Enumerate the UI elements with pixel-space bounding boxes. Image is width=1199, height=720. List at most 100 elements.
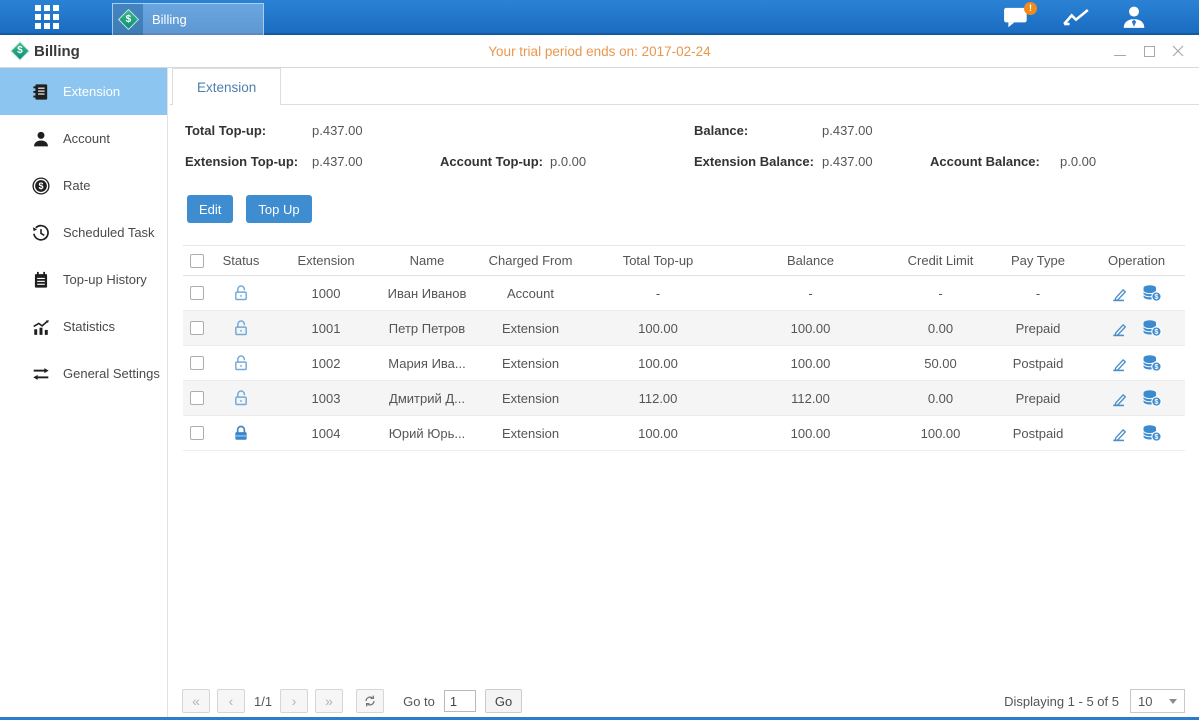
topup-row-button[interactable]: $ — [1142, 389, 1162, 407]
tab-label: Extension — [197, 80, 256, 95]
row-checkbox-cell — [183, 391, 211, 405]
total-topup-value: p.437.00 — [312, 123, 363, 138]
sidebar-item-label: General Settings — [63, 366, 160, 381]
sidebar-item-general-settings[interactable]: General Settings — [0, 350, 167, 397]
status-cell — [211, 284, 271, 302]
balance-value: p.437.00 — [822, 123, 873, 138]
operation-cell: $ — [1088, 284, 1185, 302]
window-title: Billing — [34, 43, 80, 60]
close-icon[interactable] — [1171, 44, 1185, 58]
pay-type-cell: Prepaid — [988, 321, 1088, 336]
tab-extension[interactable]: Extension — [172, 68, 281, 105]
extension-cell: 1000 — [271, 286, 381, 301]
chevron-down-icon — [1169, 699, 1177, 704]
sidebar-item-extension[interactable]: Extension — [0, 68, 167, 115]
balance-cell: - — [728, 286, 893, 301]
row-checkbox-cell — [183, 321, 211, 335]
edit-pencil-icon — [1111, 319, 1129, 337]
minimize-icon[interactable] — [1113, 44, 1127, 58]
next-page-button[interactable]: › — [280, 689, 308, 713]
table-row: 1003Дмитрий Д...Extension112.00112.000.0… — [183, 381, 1185, 416]
extension-balance-label: Extension Balance: — [694, 154, 814, 169]
sidebar: Extension Account $ Rate — [0, 68, 168, 720]
extension-cell: 1001 — [271, 321, 381, 336]
column-balance: Balance — [728, 253, 893, 268]
topup-row-button[interactable]: $ — [1142, 319, 1162, 337]
credit-limit-cell: 100.00 — [893, 426, 988, 441]
page-size-value: 10 — [1138, 694, 1152, 709]
svg-text:$: $ — [1154, 292, 1158, 301]
reports-chart-icon[interactable] — [1062, 6, 1090, 28]
svg-text:$: $ — [1154, 397, 1158, 406]
name-cell: Юрий Юрь... — [381, 426, 473, 441]
goto-page-input[interactable] — [444, 690, 476, 712]
topup-row-button[interactable]: $ — [1142, 424, 1162, 442]
unlocked-padlock-icon — [232, 319, 250, 337]
go-button[interactable]: Go — [485, 689, 522, 713]
sidebar-item-account[interactable]: Account — [0, 115, 167, 162]
displaying-text: Displaying 1 - 5 of 5 — [1004, 694, 1119, 709]
name-cell: Мария Ива... — [381, 356, 473, 371]
prev-page-button[interactable]: ‹ — [217, 689, 245, 713]
account-icon — [32, 130, 50, 148]
refresh-icon — [363, 694, 377, 708]
credit-limit-cell: - — [893, 286, 988, 301]
row-checkbox[interactable] — [190, 356, 204, 370]
column-credit-limit: Credit Limit — [893, 253, 988, 268]
row-checkbox[interactable] — [190, 321, 204, 335]
edit-button[interactable]: Edit — [187, 195, 233, 223]
top-up-button[interactable]: Top Up — [246, 195, 311, 223]
unlocked-padlock-icon — [232, 389, 250, 407]
status-cell — [211, 389, 271, 407]
extension-balance-value: p.437.00 — [822, 154, 873, 169]
edit-pencil-icon — [1111, 424, 1129, 442]
sidebar-item-scheduled-task[interactable]: Scheduled Task — [0, 209, 167, 256]
first-page-button[interactable]: « — [182, 689, 210, 713]
sidebar-item-topup-history[interactable]: Top-up History — [0, 256, 167, 303]
extension-cell: 1003 — [271, 391, 381, 406]
topup-row-button[interactable]: $ — [1142, 354, 1162, 372]
refresh-button[interactable] — [356, 689, 384, 713]
maximize-icon[interactable] — [1142, 44, 1156, 58]
edit-row-button[interactable] — [1111, 354, 1129, 372]
billing-summary: Total Top-up: p.437.00 Balance: p.437.00… — [182, 118, 1185, 180]
taskbar-tab-billing[interactable]: $ Billing — [112, 3, 264, 35]
page-size-select[interactable]: 10 — [1130, 689, 1185, 713]
sidebar-item-label: Account — [63, 131, 110, 146]
edit-row-button[interactable] — [1111, 284, 1129, 302]
edit-row-button[interactable] — [1111, 389, 1129, 407]
edit-pencil-icon — [1111, 354, 1129, 372]
status-cell — [211, 424, 271, 442]
svg-text:$: $ — [1154, 327, 1158, 336]
balance-cell: 100.00 — [728, 356, 893, 371]
rate-icon: $ — [32, 177, 50, 195]
sidebar-item-label: Extension — [63, 84, 120, 99]
table-body: 1000Иван ИвановAccount---- $ 1001Петр Пе… — [183, 276, 1185, 451]
sidebar-item-rate[interactable]: $ Rate — [0, 162, 167, 209]
pay-type-cell: - — [988, 286, 1088, 301]
column-charged-from: Charged From — [473, 253, 588, 268]
sidebar-item-label: Statistics — [63, 319, 115, 334]
operation-cell: $ — [1088, 424, 1185, 442]
row-checkbox[interactable] — [190, 426, 204, 440]
user-icon[interactable] — [1121, 5, 1147, 29]
row-checkbox[interactable] — [190, 286, 204, 300]
page-indicator: 1/1 — [254, 694, 272, 709]
total-topup-cell: 100.00 — [588, 356, 728, 371]
edit-row-button[interactable] — [1111, 424, 1129, 442]
last-page-button[interactable]: » — [315, 689, 343, 713]
extension-cell: 1004 — [271, 426, 381, 441]
extension-topup-label: Extension Top-up: — [185, 154, 298, 169]
apps-grid-icon[interactable] — [35, 5, 59, 29]
sidebar-item-statistics[interactable]: Statistics — [0, 303, 167, 350]
edit-pencil-icon — [1111, 389, 1129, 407]
edit-row-button[interactable] — [1111, 319, 1129, 337]
svg-text:$: $ — [1154, 362, 1158, 371]
topup-row-button[interactable]: $ — [1142, 284, 1162, 302]
total-topup-cell: 100.00 — [588, 426, 728, 441]
select-all-checkbox[interactable] — [190, 254, 204, 268]
row-checkbox[interactable] — [190, 391, 204, 405]
messages-icon[interactable]: ! — [1003, 5, 1031, 29]
trial-notice: Your trial period ends on: 2017-02-24 — [0, 44, 1199, 59]
topup-history-icon — [32, 271, 50, 289]
